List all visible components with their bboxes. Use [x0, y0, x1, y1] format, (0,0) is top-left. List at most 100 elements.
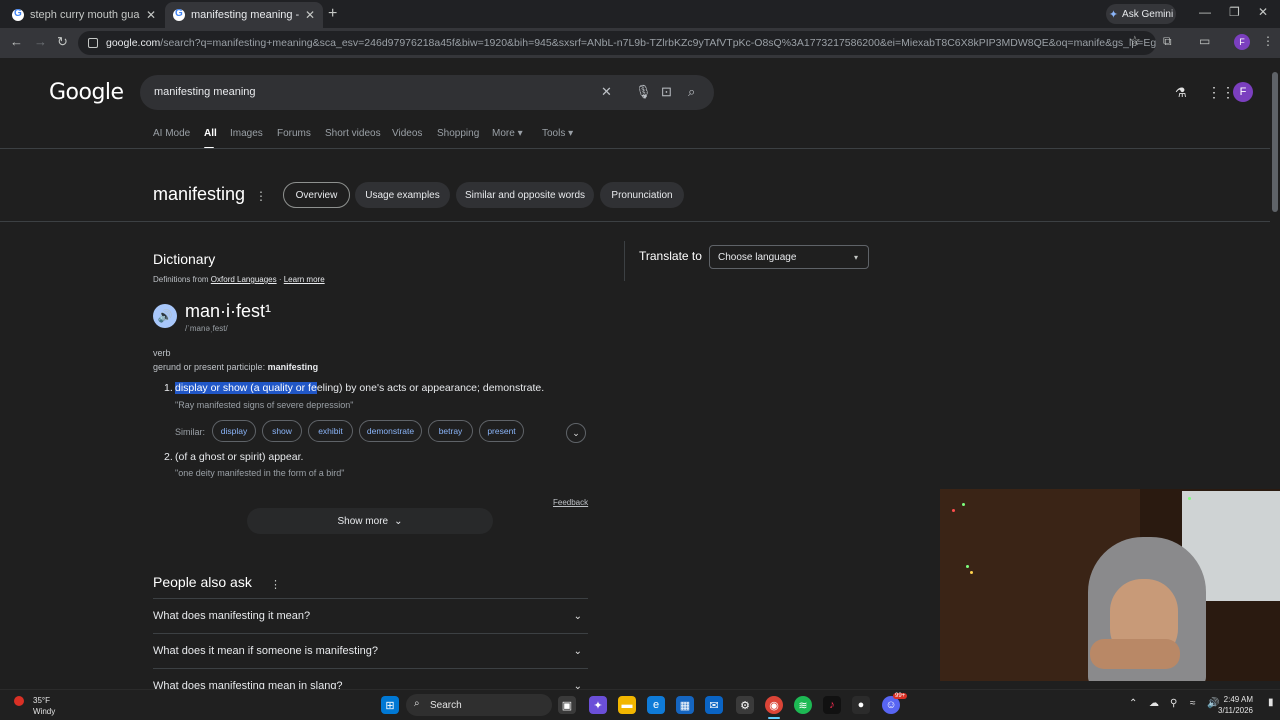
wifi-icon[interactable]: ≈: [1190, 698, 1196, 709]
search-box[interactable]: manifesting meaning ✕ 🎙 ⊡ ⌕: [140, 75, 714, 110]
tab-videos[interactable]: Videos: [392, 128, 422, 139]
tab-title: manifesting meaning - Google: [191, 9, 299, 21]
settings-icon[interactable]: ⚙: [736, 696, 754, 714]
more-vert-icon[interactable]: ⋮: [270, 578, 281, 591]
selected-text: display or show (a quality or fe: [175, 382, 317, 394]
more-options-icon[interactable]: ⋮: [1262, 34, 1274, 48]
definition-1: display or show (a quality or feeling) b…: [175, 382, 544, 394]
chip-overview[interactable]: Overview: [283, 182, 350, 208]
definition-number: 2.: [164, 451, 173, 463]
show-more-button[interactable]: Show more ⌄: [247, 508, 493, 534]
edge-icon[interactable]: e: [647, 696, 665, 714]
clear-search-icon[interactable]: ✕: [601, 84, 612, 100]
chrome-icon[interactable]: ◉: [765, 696, 783, 714]
store-icon[interactable]: ▦: [676, 696, 694, 714]
restore-icon[interactable]: ❐: [1229, 5, 1240, 19]
account-avatar[interactable]: F: [1233, 82, 1253, 102]
tab-short-videos[interactable]: Short videos: [325, 128, 381, 139]
ask-gemini-button[interactable]: ✦ Ask Gemini: [1106, 4, 1176, 24]
outlook-icon[interactable]: ✉: [705, 696, 723, 714]
tab-tools[interactable]: Tools ▾: [542, 128, 573, 139]
divider: [624, 241, 625, 281]
more-vert-icon[interactable]: ⋮: [255, 189, 267, 203]
address-bar[interactable]: google.com/search?q=manifesting+meaning&…: [78, 31, 1156, 55]
similar-chip-display[interactable]: display: [212, 420, 256, 442]
back-icon[interactable]: ←: [10, 34, 23, 49]
file-explorer-icon[interactable]: ▬: [618, 696, 636, 714]
google-logo[interactable]: Google: [49, 80, 124, 105]
system-clock[interactable]: 2:49 AM 3/11/2026: [1218, 694, 1253, 716]
network-icon[interactable]: ⚲: [1170, 698, 1177, 709]
site-info-icon[interactable]: [88, 38, 98, 48]
copilot-icon[interactable]: ✦: [589, 696, 607, 714]
side-panel-icon[interactable]: ▭: [1199, 34, 1210, 48]
webcam-light: [1188, 497, 1191, 500]
paa-question[interactable]: What does manifesting it mean? ⌄: [153, 598, 588, 632]
part-of-speech: verb: [153, 348, 171, 358]
tiktok-icon[interactable]: ♪: [823, 696, 841, 714]
close-tab-icon[interactable]: ✕: [305, 8, 315, 22]
show-hidden-icons[interactable]: ⌃: [1129, 698, 1137, 709]
scrollbar-thumb[interactable]: [1272, 72, 1278, 212]
minimize-icon[interactable]: —: [1199, 5, 1211, 19]
similar-chip-present[interactable]: present: [479, 420, 524, 442]
similar-chip-show[interactable]: show: [262, 420, 302, 442]
new-tab-icon[interactable]: +: [328, 5, 337, 23]
tab-shopping[interactable]: Shopping: [437, 128, 479, 139]
tab-title: steph curry mouth guard - Goo: [30, 9, 140, 21]
weather-alert-icon: [14, 696, 24, 706]
onedrive-icon[interactable]: ☁: [1149, 698, 1159, 709]
learn-more-link[interactable]: Learn more: [284, 275, 325, 284]
close-tab-icon[interactable]: ✕: [146, 8, 156, 22]
source-prefix: Definitions from: [153, 275, 211, 284]
search-icon[interactable]: ⌕: [688, 84, 695, 100]
paa-question[interactable]: What does it mean if someone is manifest…: [153, 633, 588, 667]
tab-more[interactable]: More ▾: [492, 128, 523, 139]
paa-question[interactable]: What does manifesting mean in slang? ⌄: [153, 668, 588, 689]
tab-forums[interactable]: Forums: [277, 128, 311, 139]
notification-badge: 99+: [893, 693, 908, 699]
chevron-down-icon: ⌄: [573, 611, 582, 622]
similar-chip-exhibit[interactable]: exhibit: [308, 420, 353, 442]
extensions-icon[interactable]: ⧉: [1163, 34, 1172, 49]
reload-icon[interactable]: ↻: [57, 34, 68, 50]
browser-tab-steph-curry[interactable]: steph curry mouth guard - Goo ✕: [4, 2, 164, 28]
chevron-down-icon: ⌄: [573, 681, 582, 689]
windows-start-icon[interactable]: ⊞: [381, 696, 399, 714]
tab-ai-mode[interactable]: AI Mode: [153, 128, 190, 139]
translate-language-select[interactable]: Choose language ▾: [709, 245, 869, 269]
task-view-icon[interactable]: ▣: [558, 696, 576, 714]
notifications-icon[interactable]: ▮: [1268, 697, 1274, 708]
tab-images[interactable]: Images: [230, 128, 263, 139]
speaker-icon[interactable]: 🔊: [153, 304, 177, 328]
translate-select-value: Choose language: [718, 251, 797, 263]
browser-tab-manifesting[interactable]: manifesting meaning - Google ✕: [165, 2, 323, 28]
chip-similar-opposite[interactable]: Similar and opposite words: [456, 182, 594, 208]
url-host: google.com: [106, 37, 161, 49]
weather-widget[interactable]: 35°F Windy: [14, 695, 55, 717]
forward-icon[interactable]: →: [34, 34, 47, 49]
tab-all[interactable]: All: [204, 128, 217, 139]
expand-similar-icon[interactable]: ⌄: [566, 423, 586, 443]
chip-pronunciation[interactable]: Pronunciation: [600, 182, 684, 208]
taskbar-search[interactable]: ⌕ Search: [406, 694, 552, 716]
bookmark-star-icon[interactable]: ☆: [1129, 33, 1141, 49]
browser-profile-avatar[interactable]: F: [1234, 34, 1250, 50]
similar-chip-betray[interactable]: betray: [428, 420, 473, 442]
headword: man·i·fest¹: [185, 301, 272, 321]
spotify-icon[interactable]: ≋: [794, 696, 812, 714]
close-window-icon[interactable]: ✕: [1258, 5, 1268, 19]
search-input[interactable]: manifesting meaning: [154, 86, 256, 98]
game-app-icon[interactable]: ●: [852, 696, 870, 714]
labs-flask-icon[interactable]: ⚗: [1175, 85, 1187, 101]
voice-search-icon[interactable]: 🎙: [635, 84, 652, 100]
oxford-languages-link[interactable]: Oxford Languages: [211, 275, 277, 284]
lens-search-icon[interactable]: ⊡: [661, 84, 672, 100]
feedback-link[interactable]: Feedback: [553, 498, 588, 507]
phonetic: /ˈmanəˌfest/: [185, 324, 228, 333]
paa-question-text: What does manifesting mean in slang?: [153, 680, 343, 689]
chip-usage-examples[interactable]: Usage examples: [355, 182, 450, 208]
similar-chip-demonstrate[interactable]: demonstrate: [359, 420, 422, 442]
dictionary-heading: Dictionary: [153, 251, 216, 267]
google-apps-icon[interactable]: ⋮⋮: [1207, 84, 1235, 101]
